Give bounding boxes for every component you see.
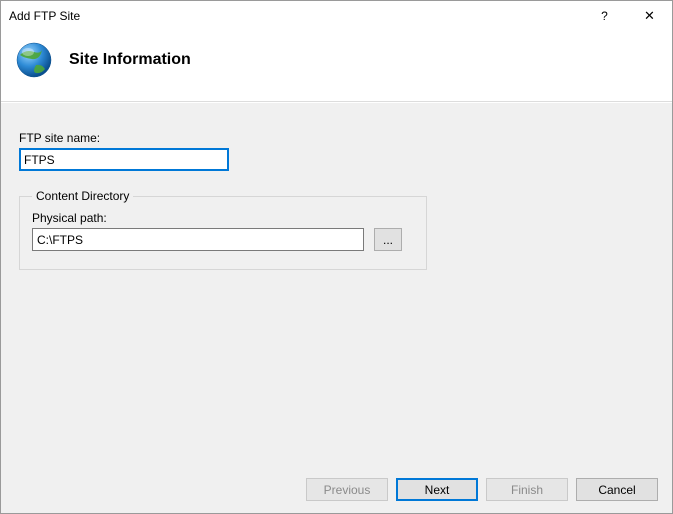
- wizard-footer: Previous Next Finish Cancel: [1, 466, 672, 513]
- finish-label: Finish: [511, 483, 543, 497]
- physical-path-label: Physical path:: [32, 211, 414, 225]
- close-button[interactable]: ✕: [627, 1, 672, 31]
- content-directory-group: Content Directory Physical path: ...: [19, 189, 427, 270]
- window-title: Add FTP Site: [9, 9, 582, 23]
- finish-button: Finish: [486, 478, 568, 501]
- dialog-window: Add FTP Site ? ✕ Site Information: [0, 0, 673, 514]
- wizard-header: Site Information: [1, 31, 672, 102]
- cancel-label: Cancel: [598, 483, 635, 497]
- wizard-body: FTP site name: Content Directory Physica…: [1, 102, 672, 466]
- next-label: Next: [425, 483, 450, 497]
- help-button[interactable]: ?: [582, 1, 627, 31]
- content-directory-legend: Content Directory: [32, 189, 133, 203]
- help-icon: ?: [601, 9, 608, 23]
- site-name-label: FTP site name:: [19, 131, 654, 145]
- wizard-title: Site Information: [69, 51, 191, 69]
- physical-path-input[interactable]: [32, 228, 364, 251]
- close-icon: ✕: [644, 8, 655, 24]
- cancel-button[interactable]: Cancel: [576, 478, 658, 501]
- previous-button: Previous: [306, 478, 388, 501]
- titlebar: Add FTP Site ? ✕: [1, 1, 672, 31]
- site-name-input[interactable]: [19, 148, 229, 171]
- browse-button[interactable]: ...: [374, 228, 402, 251]
- globe-icon: [11, 37, 57, 83]
- previous-label: Previous: [324, 483, 371, 497]
- physical-path-row: ...: [32, 228, 414, 251]
- ellipsis-icon: ...: [383, 233, 393, 247]
- next-button[interactable]: Next: [396, 478, 478, 501]
